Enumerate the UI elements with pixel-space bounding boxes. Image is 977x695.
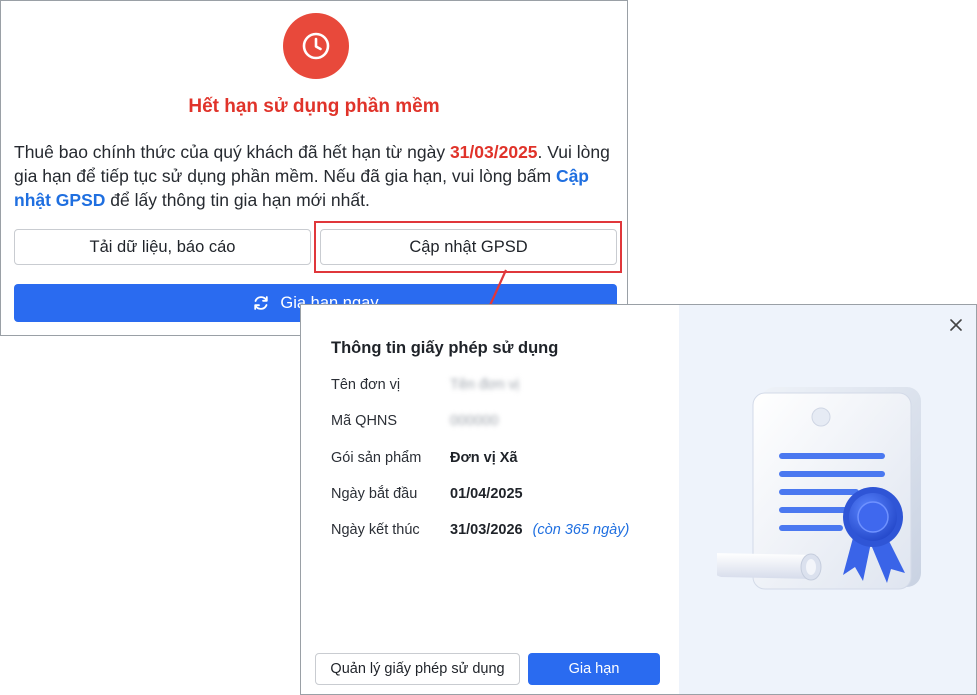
extend-button[interactable]: Gia hạn — [528, 653, 660, 685]
license-title: Thông tin giấy phép sử dụng — [331, 339, 559, 357]
close-icon[interactable] — [946, 315, 966, 335]
info-row-unit-name: Tên đơn vị Tên đơn vị — [331, 375, 519, 395]
info-row-start-date: Ngày bắt đầu 01/04/2025 — [331, 484, 523, 504]
info-row-qhns-code: Mã QHNS 000000 — [331, 411, 498, 431]
info-label: Tên đơn vị — [331, 377, 401, 393]
clock-icon — [283, 13, 349, 79]
license-dialog: Thông tin giấy phép sử dụng Tên đơn vị T… — [300, 304, 977, 695]
illustration-panel — [679, 305, 976, 694]
message-text: Thuê bao chính thức của quý khách đã hết… — [14, 142, 450, 162]
expiry-date: 31/03/2025 — [449, 142, 538, 162]
message-text: để lấy thông tin gia hạn mới nhất. — [105, 190, 370, 210]
info-value-blurred: Tên đơn vị — [450, 377, 520, 393]
highlight-box — [314, 221, 622, 273]
info-label: Mã QHNS — [331, 413, 398, 429]
info-label: Gói sản phẩm — [331, 450, 422, 466]
days-remaining: (còn 365 ngày) — [532, 522, 630, 538]
info-value: 01/04/2025 — [450, 486, 523, 502]
info-label: Ngày bắt đầu — [331, 486, 418, 502]
license-info-panel: Thông tin giấy phép sử dụng Tên đơn vị T… — [301, 305, 679, 694]
info-value: 31/03/2026 — [450, 522, 523, 538]
info-value: Đơn vị Xã — [450, 450, 518, 466]
expired-message: Thuê bao chính thức của quý khách đã hết… — [14, 140, 620, 212]
info-value-blurred: 000000 — [450, 413, 499, 429]
expired-title: Hết hạn sử dụng phần mềm — [188, 96, 440, 117]
expired-dialog: Hết hạn sử dụng phần mềm Thuê bao chính … — [0, 0, 628, 336]
download-data-button[interactable]: Tải dữ liệu, báo cáo — [14, 229, 311, 265]
certificate-illustration — [717, 387, 921, 590]
info-row-product-package: Gói sản phẩm Đơn vị Xã — [331, 448, 518, 468]
refresh-icon — [254, 296, 269, 310]
info-row-end-date: Ngày kết thúc 31/03/2026 (còn 365 ngày) — [331, 520, 629, 540]
manage-license-button[interactable]: Quản lý giấy phép sử dụng — [315, 653, 520, 685]
info-label: Ngày kết thúc — [331, 522, 420, 538]
